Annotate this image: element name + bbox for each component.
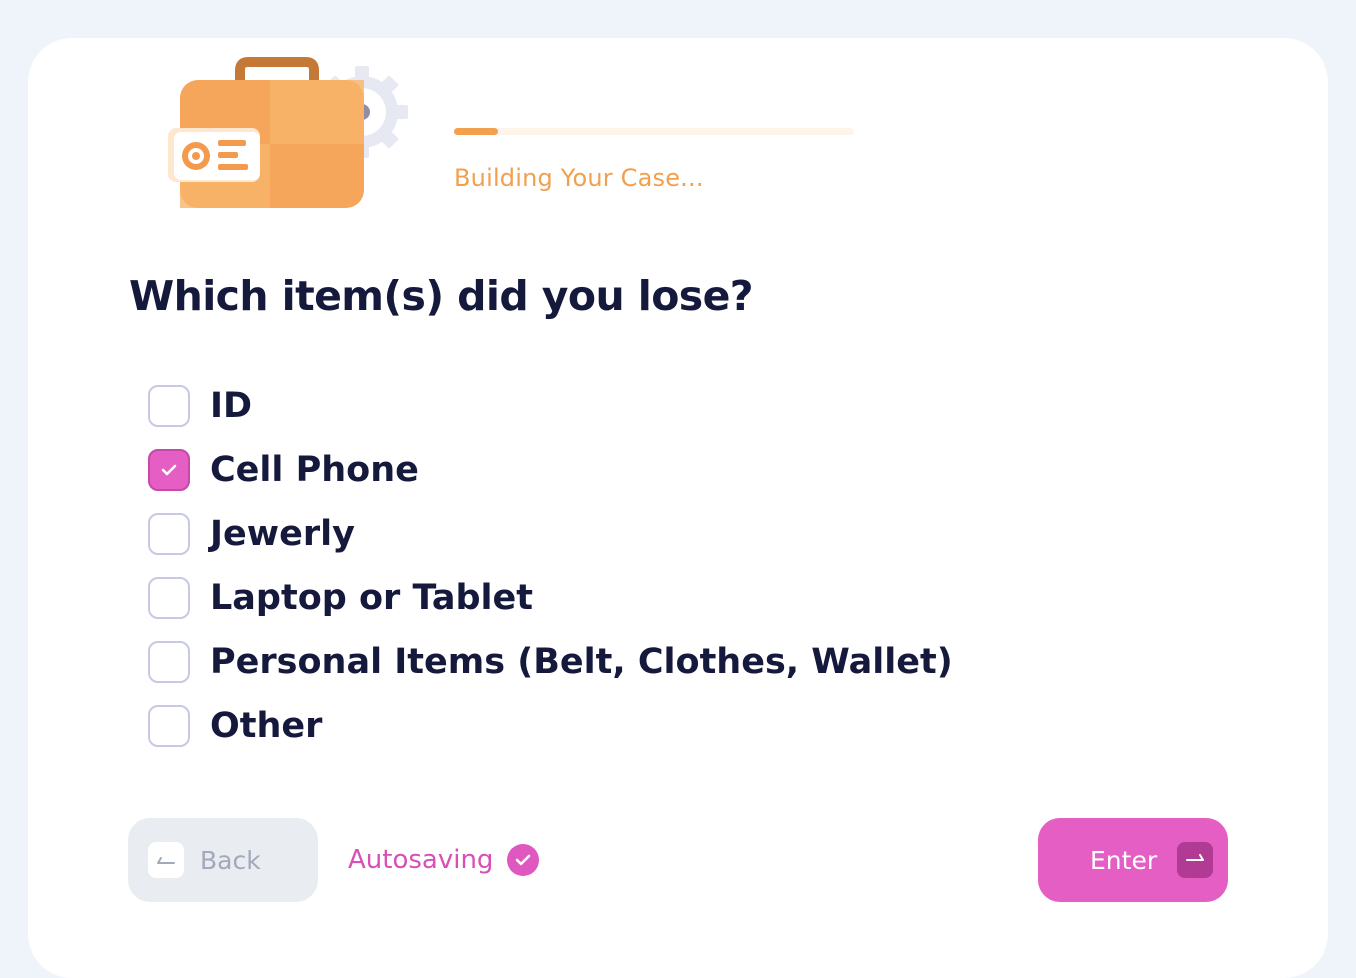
question-heading: Which item(s) did you lose? xyxy=(129,272,754,320)
option-personal-items[interactable]: Personal Items (Belt, Clothes, Wallet) xyxy=(148,640,953,684)
check-circle-icon xyxy=(507,844,540,876)
autosave-label: Autosaving xyxy=(348,845,494,875)
option-label: Personal Items (Belt, Clothes, Wallet) xyxy=(210,642,953,682)
enter-button[interactable]: Enter xyxy=(1038,818,1228,902)
progress-label: Building Your Case... xyxy=(454,164,704,192)
back-label: Back xyxy=(200,845,261,875)
arrow-left-icon xyxy=(148,842,184,878)
option-cell-phone[interactable]: Cell Phone xyxy=(148,448,419,492)
briefcase-illustration xyxy=(168,57,408,208)
option-laptop-or-tablet[interactable]: Laptop or Tablet xyxy=(148,576,533,620)
enter-label: Enter xyxy=(1090,845,1158,875)
checkbox[interactable] xyxy=(148,705,190,747)
checkbox[interactable] xyxy=(148,641,190,683)
checkbox-checked[interactable] xyxy=(148,449,190,491)
progress-fill xyxy=(454,128,498,135)
option-label: Laptop or Tablet xyxy=(210,578,533,618)
option-label: Jewerly xyxy=(210,514,355,554)
option-id[interactable]: ID xyxy=(148,384,252,428)
checkbox[interactable] xyxy=(148,513,190,555)
option-label: Other xyxy=(210,706,323,746)
progress-bar xyxy=(454,128,854,135)
option-label: Cell Phone xyxy=(210,450,419,490)
check-icon xyxy=(161,464,177,476)
option-label: ID xyxy=(210,386,253,426)
checkbox[interactable] xyxy=(148,577,190,619)
option-other[interactable]: Other xyxy=(148,704,322,748)
option-jewerly[interactable]: Jewerly xyxy=(148,512,355,556)
back-button[interactable]: Back xyxy=(128,818,318,902)
arrow-right-icon xyxy=(1177,842,1214,878)
autosave-status: Autosaving xyxy=(348,842,540,878)
checkbox[interactable] xyxy=(148,385,190,427)
